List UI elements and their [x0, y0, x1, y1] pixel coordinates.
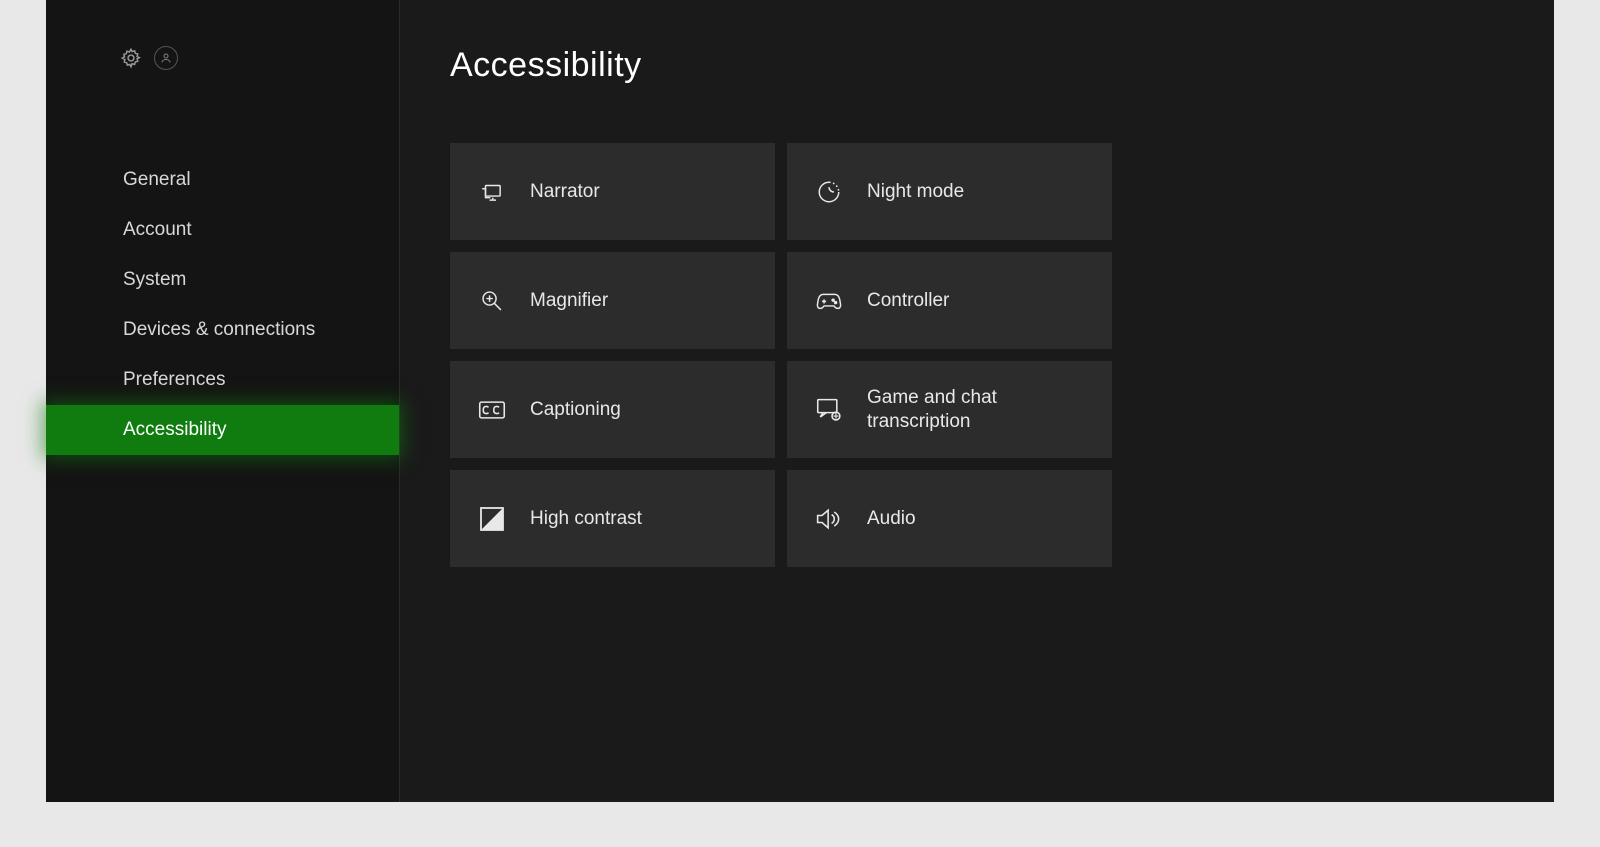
tile-captioning[interactable]: Captioning: [450, 361, 775, 458]
tile-transcription[interactable]: Game and chat transcription: [787, 361, 1112, 458]
tile-label: High contrast: [530, 507, 642, 531]
sidebar-item-label: Devices & connections: [123, 319, 315, 341]
tile-label: Narrator: [530, 180, 600, 204]
tile-label: Magnifier: [530, 289, 608, 313]
transcription-icon: [815, 396, 843, 424]
controller-icon: [815, 287, 843, 315]
captioning-icon: [478, 396, 506, 424]
magnifier-icon: [478, 287, 506, 315]
settings-window: General Account System Devices & connect…: [46, 0, 1554, 802]
sidebar-item-label: Preferences: [123, 369, 225, 391]
sidebar-item-devices[interactable]: Devices & connections: [46, 305, 399, 355]
tile-narrator[interactable]: Narrator: [450, 143, 775, 240]
tile-grid: Narrator Night mode: [450, 143, 1504, 567]
high-contrast-icon: [478, 505, 506, 533]
sidebar-item-general[interactable]: General: [46, 155, 399, 205]
audio-icon: [815, 505, 843, 533]
sidebar-item-label: General: [123, 169, 191, 191]
tile-high-contrast[interactable]: High contrast: [450, 470, 775, 567]
tile-magnifier[interactable]: Magnifier: [450, 252, 775, 349]
night-mode-icon: [815, 178, 843, 206]
tile-label: Game and chat transcription: [867, 386, 1077, 434]
sidebar: General Account System Devices & connect…: [46, 0, 400, 802]
gear-icon[interactable]: [120, 47, 142, 69]
sidebar-item-accessibility[interactable]: Accessibility: [46, 405, 399, 455]
tile-label: Captioning: [530, 398, 621, 422]
sidebar-item-preferences[interactable]: Preferences: [46, 355, 399, 405]
sidebar-item-label: System: [123, 269, 186, 291]
sidebar-item-account[interactable]: Account: [46, 205, 399, 255]
avatar[interactable]: [154, 46, 178, 70]
page-title: Accessibility: [450, 46, 1504, 85]
tile-controller[interactable]: Controller: [787, 252, 1112, 349]
narrator-icon: [478, 178, 506, 206]
sidebar-item-label: Account: [123, 219, 192, 241]
sidebar-item-system[interactable]: System: [46, 255, 399, 305]
sidebar-item-label: Accessibility: [123, 419, 226, 441]
main-content: Accessibility Narrator: [400, 0, 1554, 802]
sidebar-header: [46, 0, 399, 115]
tile-night-mode[interactable]: Night mode: [787, 143, 1112, 240]
tile-audio[interactable]: Audio: [787, 470, 1112, 567]
tile-label: Night mode: [867, 180, 964, 204]
tile-label: Audio: [867, 507, 916, 531]
sidebar-nav: General Account System Devices & connect…: [46, 115, 399, 455]
tile-label: Controller: [867, 289, 949, 313]
